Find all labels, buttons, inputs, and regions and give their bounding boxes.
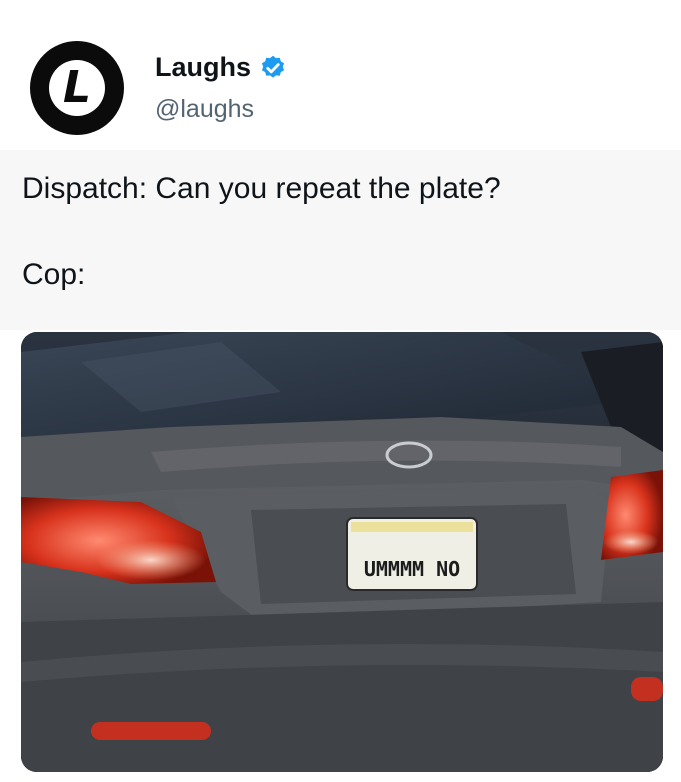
name-row: Laughs: [155, 52, 287, 83]
post-image[interactable]: UMMMM NO: [21, 332, 663, 772]
license-plate-text: UMMMM NO: [364, 557, 460, 581]
post-text-line-2: Cop:: [22, 258, 86, 291]
display-name[interactable]: Laughs: [155, 52, 251, 83]
avatar[interactable]: L: [30, 41, 124, 135]
handle[interactable]: @laughs: [155, 95, 254, 124]
post-text-line-1: Dispatch: Can you repeat the plate?: [22, 172, 501, 205]
post-header: L Laughs @laughs: [0, 0, 681, 150]
verified-badge-icon: [261, 55, 285, 78]
avatar-letter: L: [49, 60, 105, 116]
car-photo: UMMMM NO: [21, 332, 663, 772]
